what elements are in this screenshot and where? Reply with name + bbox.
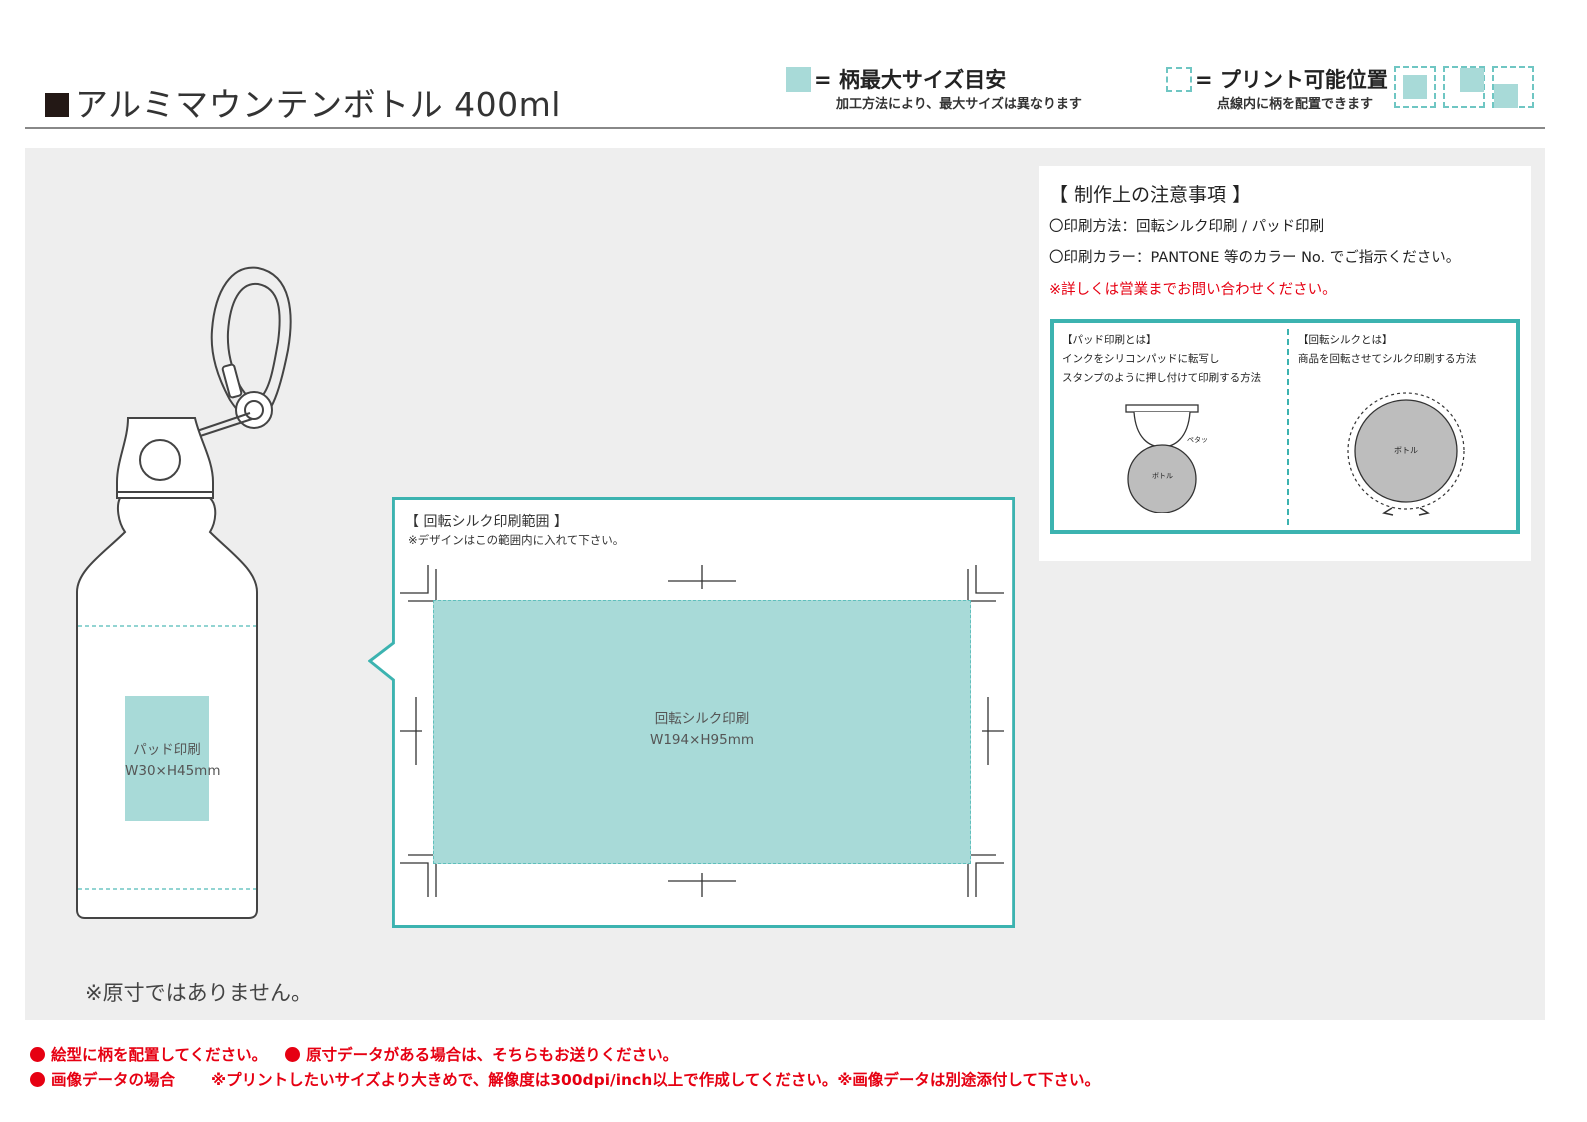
silk-bottle-label: ボトル [1394,446,1418,455]
pad-bottle-label: ボトル [1152,472,1173,480]
bullet-icon [285,1047,301,1062]
pad-print-area[interactable]: パッド印刷 W30×H45mm [125,696,221,821]
bottle-illustration [76,266,292,919]
footer-line-1: 絵型に柄を配置してください。 原寸データがある場合は、そちらもお送りください。 [30,1043,678,1065]
note-print-color: 〇印刷カラー：PANTONE 等のカラー No. でご指示ください。 [1049,250,1461,266]
silk-range-note: ※デザインはこの範囲内に入れて下さい。 [408,533,625,547]
notes-title: 【 制作上の注意事項 】 [1049,184,1252,206]
pad-method-heading: 【パッド印刷とは】 [1062,334,1157,346]
position-top-icon [1443,66,1485,108]
pad-method-line2: スタンプのように押し付けて印刷する方法 [1062,372,1262,384]
note-contact: ※詳しくは営業までお問い合わせください。 [1049,282,1337,298]
max-size-swatch-icon [786,67,811,92]
page-title: アルミマウンテンボトル 400ml [45,78,561,126]
legend-printable-note: 点線内に柄を配置できます [1217,97,1374,112]
legend-printable-label: = プリント可能位置 [1195,68,1388,92]
position-center-icon [1394,66,1436,108]
silk-print-area[interactable]: 回転シルク印刷 W194×H95mm [433,600,971,864]
black-square-icon [45,93,69,117]
silk-range-heading: 【 回転シルク印刷範囲 】 [405,514,568,530]
note-print-method: 〇印刷方法：回転シルク印刷 / パッド印刷 [1049,219,1325,235]
bullet-icon [30,1047,45,1062]
position-bottom-icon [1492,66,1534,108]
pad-print-size: W30×H45mm [125,763,221,779]
not-actual-size-note: ※原寸ではありません。 [85,981,312,1005]
pad-print-illustration [1125,404,1199,513]
printable-area-swatch-icon [1166,67,1192,92]
pad-print-name: パッド印刷 [133,742,201,758]
print-method-diagram: 【パッド印刷とは】 インクをシリコンパッドに転写し スタンプのように押し付けて印… [1050,319,1520,534]
silk-method-heading: 【回転シルクとは】 [1298,334,1393,346]
pad-method-line1: インクをシリコンパッドに転写し [1062,353,1220,365]
header-divider [25,127,1545,129]
legend-max-size-note: 加工方法により、最大サイズは異なります [836,97,1082,112]
silk-method-line1: 商品を回転させてシルク印刷する方法 [1298,353,1477,365]
method-divider [1287,329,1289,525]
silk-print-size: W194×H95mm [649,732,755,748]
legend-max-size-label: = 柄最大サイズ目安 [814,68,1007,92]
bullet-icon [30,1072,45,1087]
pad-stamp-label: ペタッ [1187,436,1208,444]
silk-print-name: 回転シルク印刷 [654,711,750,727]
production-notes-panel: 【 制作上の注意事項 】 〇印刷方法：回転シルク印刷 / パッド印刷 〇印刷カラ… [1039,166,1531,561]
footer-line-2: 画像データの場合 ※プリントしたいサイズより大きめで、解像度は300dpi/inc… [30,1068,1100,1090]
